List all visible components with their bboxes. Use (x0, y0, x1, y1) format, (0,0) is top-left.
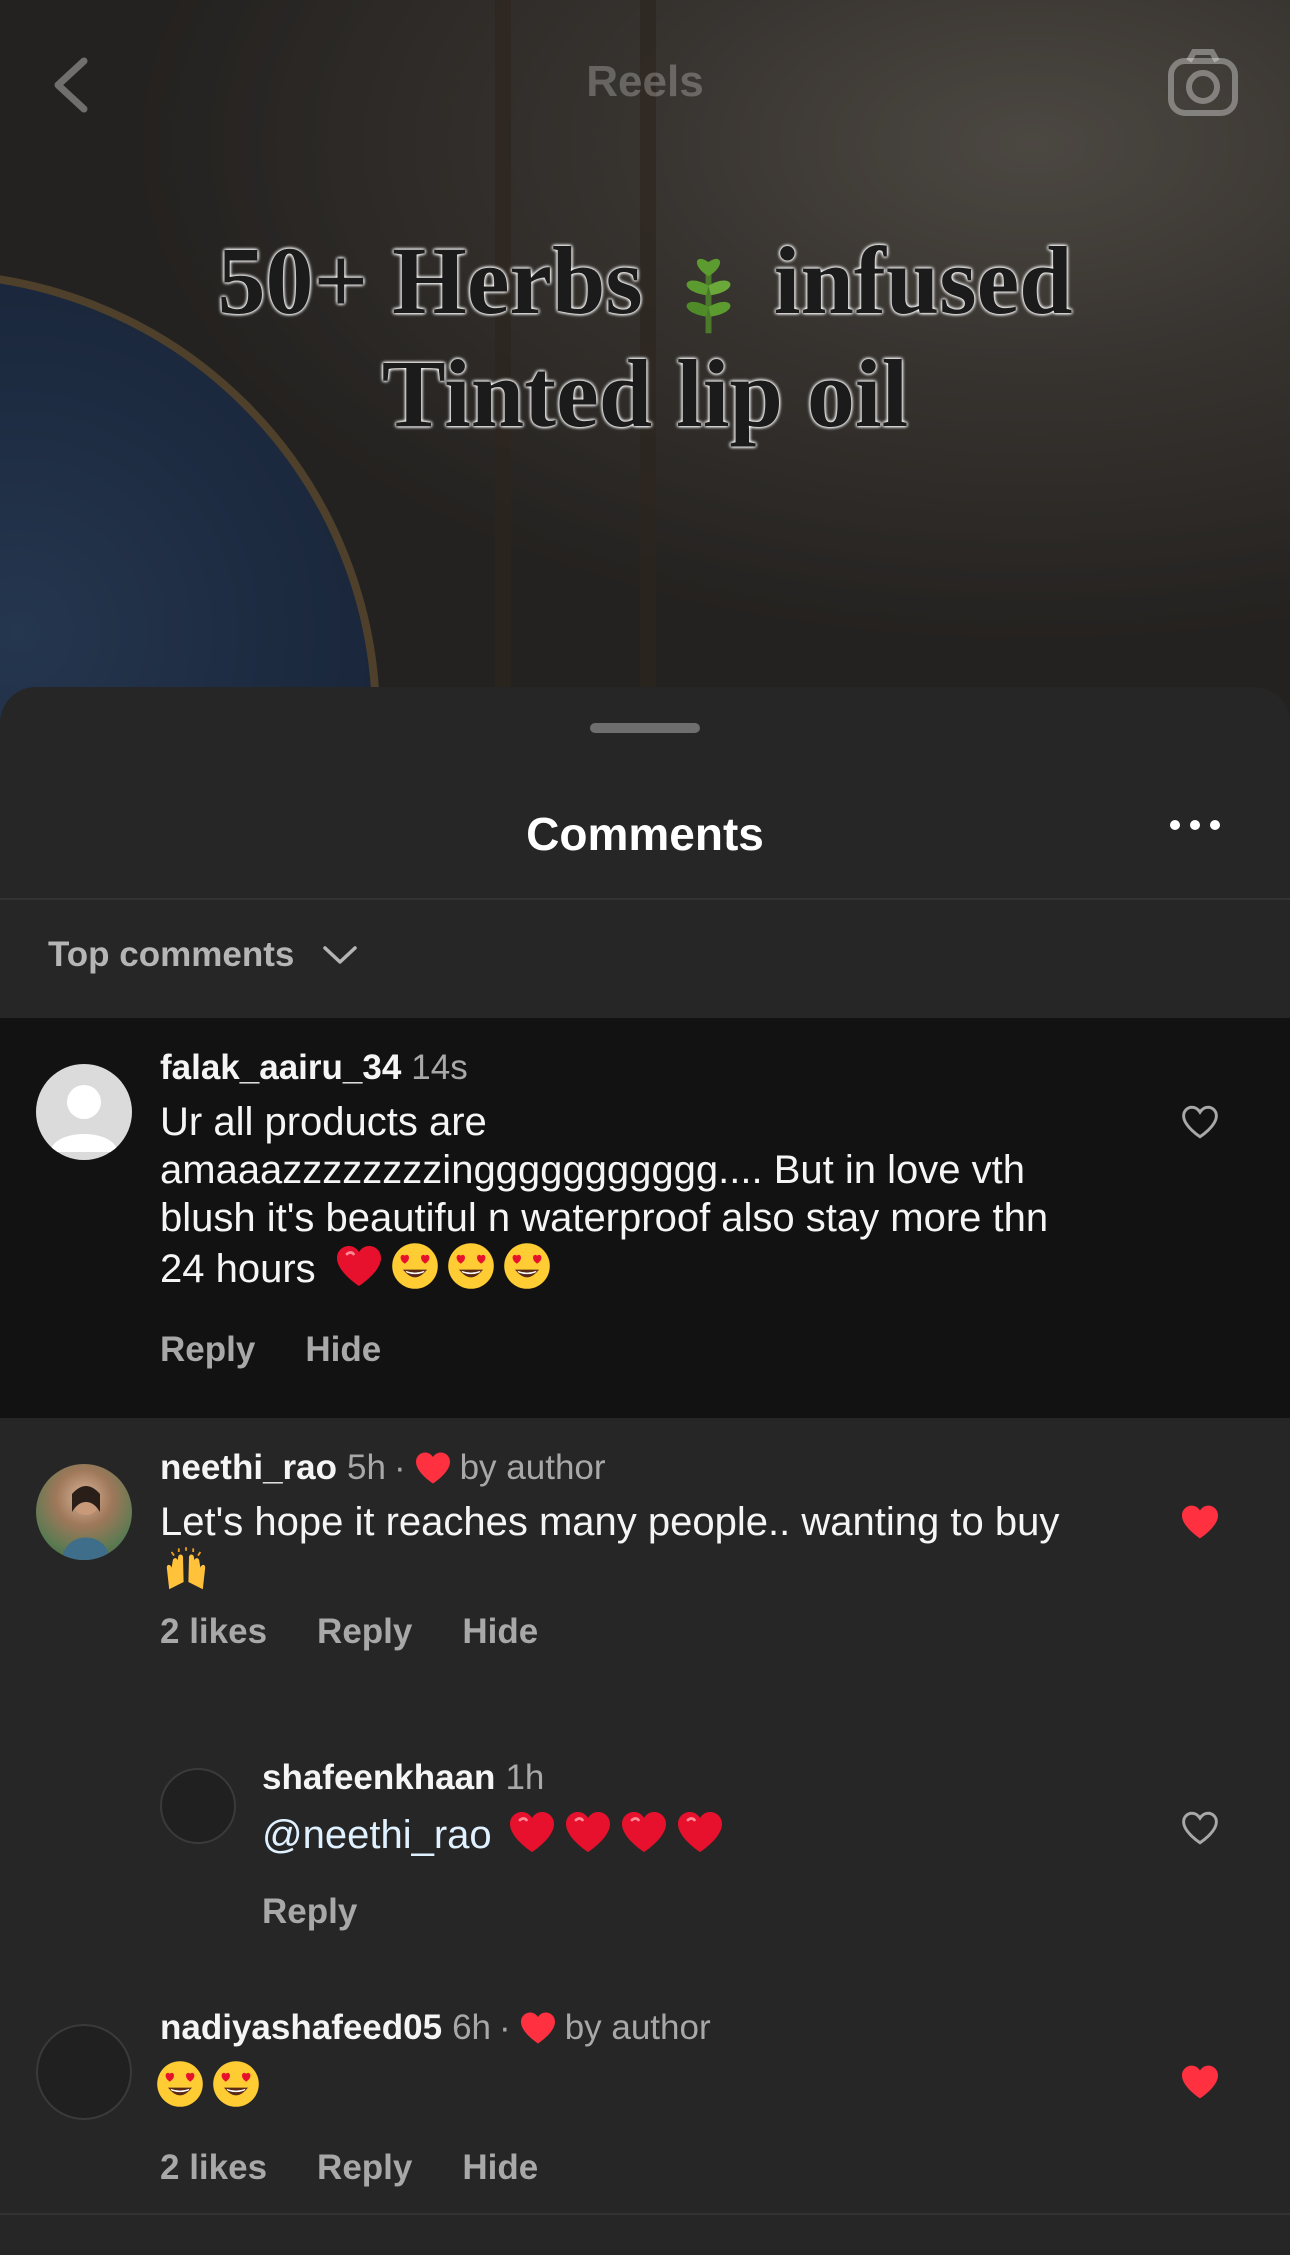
comments-title: Comments (526, 808, 764, 860)
red-heart-emoji (676, 1808, 724, 1856)
hide-button[interactable]: Hide (462, 1612, 538, 1652)
list-bottom-divider (0, 2213, 1290, 2215)
comment-actions: 2 likes Reply Hide (160, 2148, 538, 2188)
comment-username[interactable]: falak_aairu_34 (160, 1048, 401, 1087)
sheet-drag-handle[interactable] (590, 723, 700, 733)
comment-actions: Reply (262, 1892, 357, 1932)
comment-text: Ur all products are amaaazzzzzzzzinggggg… (160, 1098, 1100, 1293)
comment-item: nadiyashafeed05 6h · by author 2 likes Repl… (0, 1998, 1290, 2228)
more-horizontal-icon[interactable] (1165, 815, 1225, 835)
red-heart-emoji (508, 1808, 556, 1856)
comment-time: 5h (347, 1448, 386, 1487)
red-heart-emoji (564, 1808, 612, 1856)
chevron-down-icon (323, 946, 358, 964)
hide-button[interactable]: Hide (462, 2148, 538, 2188)
reel-caption-line-1: 50+ Herbs infused (0, 225, 1290, 338)
comment-time: 6h (452, 2008, 492, 2047)
by-author-label: by author (564, 2008, 711, 2047)
red-heart-emoji (620, 1808, 668, 1856)
heart-outline-icon[interactable] (1180, 1810, 1220, 1846)
reply-button[interactable]: Reply (160, 1330, 255, 1370)
heart-outline-icon[interactable] (1180, 1104, 1220, 1140)
comment-meta: nadiyashafeed05 6h · by author (160, 2008, 711, 2047)
hide-button[interactable]: Hide (305, 1330, 381, 1370)
comment-meta: falak_aairu_34 14s (160, 1046, 468, 1090)
red-heart-emoji (335, 1242, 383, 1290)
page-title: Reels (586, 57, 704, 106)
heart-eyes-emoji (447, 1242, 495, 1290)
camera-icon[interactable] (1165, 45, 1241, 121)
reply-button[interactable]: Reply (317, 1612, 412, 1652)
comment-username[interactable]: nadiyashafeed05 (160, 2008, 442, 2047)
header-divider (0, 898, 1290, 900)
reply-button[interactable]: Reply (262, 1892, 357, 1932)
comment-time: 14s (411, 1048, 468, 1087)
comment-text: @neethi_rao (262, 1808, 1102, 1859)
reel-caption-overlay: 50+ Herbs infused Tinted lip oil (0, 225, 1290, 450)
heart-eyes-emoji (391, 1242, 439, 1290)
avatar[interactable] (160, 1768, 236, 1844)
sort-label: Top comments (48, 935, 295, 974)
avatar[interactable] (36, 1064, 132, 1160)
comment-actions: Reply Hide (160, 1330, 381, 1370)
reel-caption-line-1-left: 50+ Herbs (217, 227, 643, 334)
comment-meta: shafeenkhaan 1h (262, 1756, 544, 1800)
comment-text-body: Ur all products are amaaazzzzzzzzinggggg… (160, 1100, 1049, 1291)
comments-sheet: Comments Top comments falak_aairu_34 14s … (0, 687, 1290, 2255)
comment-time: 1h (505, 1758, 545, 1797)
reels-top-bar: Reels (0, 0, 1290, 170)
comment-item: falak_aairu_34 14s Ur all products are am… (0, 1018, 1290, 1418)
heart-eyes-emoji (212, 2060, 260, 2108)
sort-dropdown[interactable]: Top comments (48, 935, 360, 975)
author-liked-heart-icon (519, 2011, 557, 2045)
author-liked-heart-icon (414, 1451, 452, 1485)
likes-count-button[interactable]: 2 likes (160, 1612, 267, 1652)
comment-text-body: Let's hope it reaches many people.. want… (160, 1500, 1060, 1544)
reel-caption-line-2: Tinted lip oil (381, 340, 909, 448)
comment-username[interactable]: neethi_rao (160, 1448, 337, 1487)
comment-actions: 2 likes Reply Hide (160, 1612, 538, 1652)
raising-hands-emoji (162, 1546, 210, 1594)
comment-meta: neethi_rao 5h · by author (160, 1448, 606, 1487)
heart-filled-icon[interactable] (1180, 1504, 1220, 1540)
heart-eyes-emoji (156, 2060, 204, 2108)
heart-filled-icon[interactable] (1180, 2064, 1220, 2100)
comment-username[interactable]: shafeenkhaan (262, 1758, 495, 1797)
comment-text (156, 2060, 1096, 2111)
reply-button[interactable]: Reply (317, 2148, 412, 2188)
avatar[interactable] (36, 1464, 132, 1560)
heart-eyes-emoji (503, 1242, 551, 1290)
reel-caption-line-1-right: infused (773, 227, 1073, 334)
comment-item: neethi_rao 5h · by author Let's hope it rea… (0, 1418, 1290, 1688)
reply-comment-item: shafeenkhaan 1h @neethi_rao Reply (0, 1742, 1290, 1962)
comment-text: Let's hope it reaches many people.. want… (160, 1498, 1100, 1597)
likes-count-button[interactable]: 2 likes (160, 2148, 267, 2188)
herb-leaf-icon (686, 259, 731, 334)
mention-link[interactable]: @neethi_rao (262, 1813, 492, 1857)
by-author-label: by author (459, 1448, 606, 1487)
avatar[interactable] (36, 2024, 132, 2120)
